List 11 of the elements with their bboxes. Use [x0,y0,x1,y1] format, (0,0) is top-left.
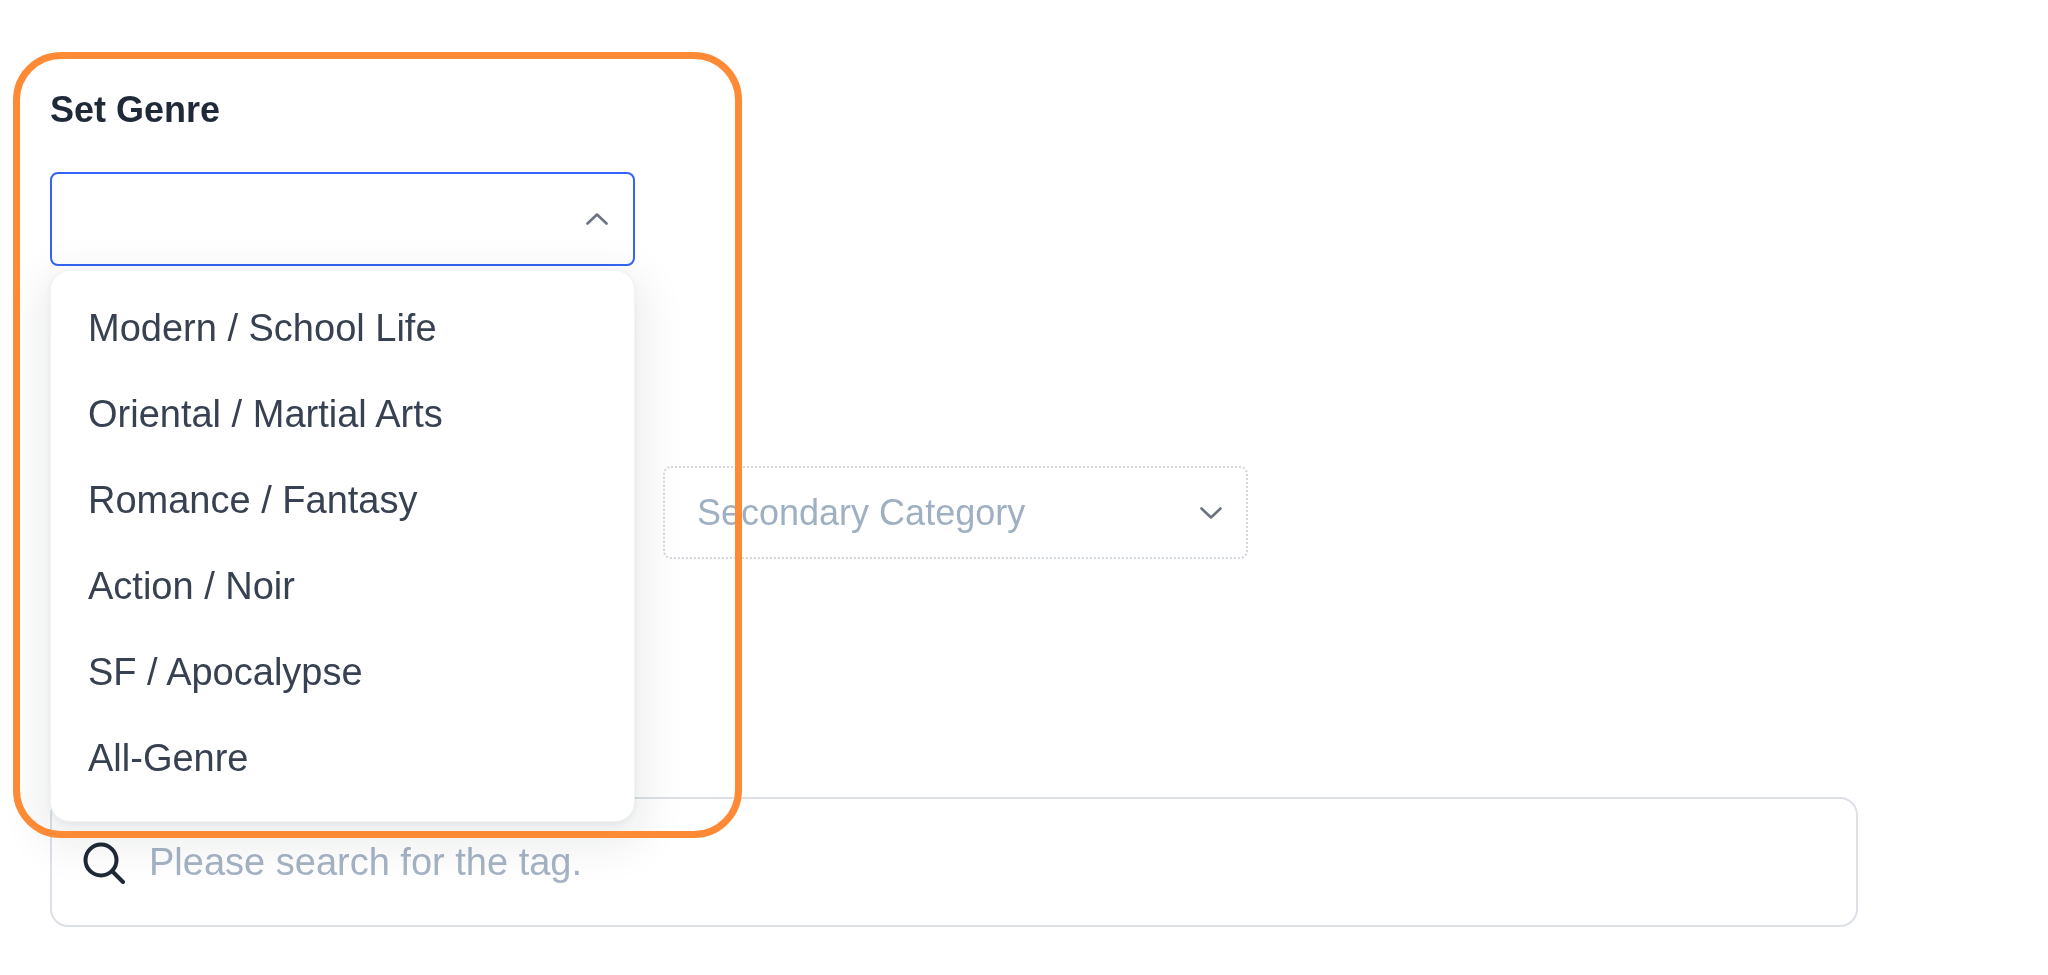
field-label: Set Genre [50,88,221,132]
menu-option[interactable]: Modern / School Life [51,285,634,371]
menu-option[interactable]: SF / Apocalypse [51,629,634,715]
menu-option[interactable]: Oriental / Martial Arts [51,371,634,457]
search-icon [83,842,125,884]
menu-option[interactable]: Action / Noir [51,543,634,629]
menu-option[interactable]: Romance / Fantasy [51,457,634,543]
search-field[interactable]: Please search for the tag. [50,797,1858,927]
chevron-up-icon [586,213,608,225]
genre-select[interactable] [50,172,635,266]
chevron-down-icon [1200,506,1222,519]
